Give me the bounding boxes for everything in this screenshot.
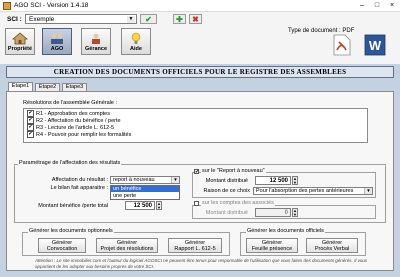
generate-projet-button[interactable]: Générer Projet des résolutions <box>96 238 158 253</box>
people-icon <box>92 33 100 44</box>
delete-icon: ✖ <box>192 15 199 24</box>
tab-aide[interactable]: Aide <box>121 28 151 55</box>
affectation-value: report à nouveau <box>113 177 155 183</box>
official-docs-title: Générer les documents officiels <box>246 228 325 234</box>
plus-icon: ✚ <box>176 15 183 24</box>
raison-label: Raison de ce choix <box>203 188 250 194</box>
close-button[interactable]: × <box>385 1 399 11</box>
list-item[interactable]: ✔ R1 - Approbation des comptes <box>27 110 110 117</box>
lightbulb-icon <box>131 32 141 44</box>
checkbox[interactable]: ✔ <box>27 131 34 138</box>
app-icon <box>3 2 11 10</box>
delete-sci-button[interactable]: ✖ <box>189 14 202 24</box>
bilan-label: Le bilan fait apparaitre : <box>50 185 108 191</box>
minimize-button[interactable]: – <box>355 1 369 11</box>
sci-select[interactable]: Exemple ▼ <box>25 14 137 24</box>
tab-propriete[interactable]: Propriété <box>5 28 35 55</box>
checkmark-icon: ✔ <box>145 15 152 24</box>
bilan-dropdown-list[interactable]: un bénéfice une perte <box>110 185 180 200</box>
tab-propriete-label: Propriété <box>7 46 33 52</box>
tab-gerance-label: Gérance <box>84 46 107 52</box>
chevron-down-icon: ▼ <box>127 16 135 23</box>
resolutions-title: Résolutions de l'assemblée Générale : <box>22 100 118 106</box>
house-icon <box>12 32 28 45</box>
report-checkbox[interactable]: ✔ <box>194 169 199 175</box>
tab-gerance[interactable]: Gérance <box>81 28 111 55</box>
checkbox[interactable]: ✔ <box>27 117 34 124</box>
montant-distribue2-label: Montant distribué <box>205 210 248 216</box>
title-bar: AGO SCI - Version 1.4.18 – □ × <box>0 0 400 12</box>
tab-etape2[interactable]: Etape2 <box>35 83 60 91</box>
montant-distribue-label: Montant distribué <box>205 178 248 184</box>
tab-aide-label: Aide <box>130 46 142 52</box>
montant-distribue2-stepper[interactable]: ▲ ▼ <box>292 208 298 217</box>
montant-distribue2-field[interactable]: 0 <box>255 208 291 217</box>
generate-rapport-button[interactable]: Générer Rapport L. 612-5 <box>168 238 222 253</box>
sci-label: SCI : <box>7 16 22 23</box>
tab-etape3[interactable]: Etape3 <box>62 83 87 91</box>
chevron-down-icon: ▼ <box>364 188 372 194</box>
svg-text:W: W <box>369 38 382 53</box>
sci-value: Exemple <box>29 16 55 23</box>
page-title: CREATION DES DOCUMENTS OFFICIELS POUR LE… <box>6 66 394 78</box>
add-sci-button[interactable]: ✚ <box>173 14 186 24</box>
report-label: sur le "Report à nouveau" <box>201 168 266 174</box>
generate-pv-button[interactable]: Générer Procès Verbal <box>306 238 358 253</box>
checkbox[interactable]: ✔ <box>27 124 34 131</box>
montant-label: Montant bénéfice /perte total <box>38 203 108 209</box>
optional-docs-title: Générer les documents optionnels <box>28 228 114 234</box>
pdf-icon[interactable] <box>333 34 351 56</box>
tab-ago-label: AGO <box>50 46 64 52</box>
montant-distribue-stepper[interactable]: ▲ ▼ <box>292 176 298 185</box>
meeting-icon <box>51 33 63 44</box>
dropdown-option[interactable]: une perte <box>111 193 179 199</box>
raison-value: Pour l'absorption des pertes antérieures <box>256 188 354 194</box>
montant-field[interactable]: 12 500 <box>125 201 155 210</box>
validate-button[interactable]: ✔ <box>140 14 157 24</box>
list-item[interactable]: ✔ R2 - Affectation du bénéfice / perte <box>27 117 121 124</box>
generate-convocation-button[interactable]: Générer Convocation <box>38 238 86 253</box>
disclaimer-text: Attention : Le site immobilier.com et l'… <box>35 258 368 269</box>
affectation-label: Affectation du résultat : <box>51 177 108 183</box>
list-item[interactable]: ✔ R4 - Pouvoir pour remplir les formalité… <box>27 131 131 138</box>
word-icon[interactable]: W <box>364 34 386 56</box>
montant-stepper[interactable]: ▲ ▼ <box>156 201 162 210</box>
affectation-title: Paramétrage de l'affectation des résulta… <box>18 160 122 166</box>
checkbox[interactable]: ✔ <box>27 110 34 117</box>
list-item[interactable]: ✔ R3 - Lecture de l'article L. 612-5 <box>27 124 114 131</box>
tab-ago[interactable]: AGO <box>42 28 72 55</box>
window-title: AGO SCI - Version 1.4.18 <box>14 2 89 9</box>
chevron-down-icon: ▼ <box>171 177 179 183</box>
raison-select[interactable]: Pour l'absorption des pertes antérieures… <box>253 187 373 195</box>
comptes-checkbox[interactable] <box>194 201 199 206</box>
dropdown-option[interactable]: un bénéfice <box>111 186 179 192</box>
comptes-label: sur les comptes des associés <box>201 200 275 206</box>
maximize-button[interactable]: □ <box>370 1 384 11</box>
affectation-select[interactable]: report à nouveau ▼ <box>110 176 180 184</box>
generate-feuille-button[interactable]: Générer Feuille présence <box>246 238 298 253</box>
montant-distribue-field[interactable]: 12 500 <box>255 176 291 185</box>
